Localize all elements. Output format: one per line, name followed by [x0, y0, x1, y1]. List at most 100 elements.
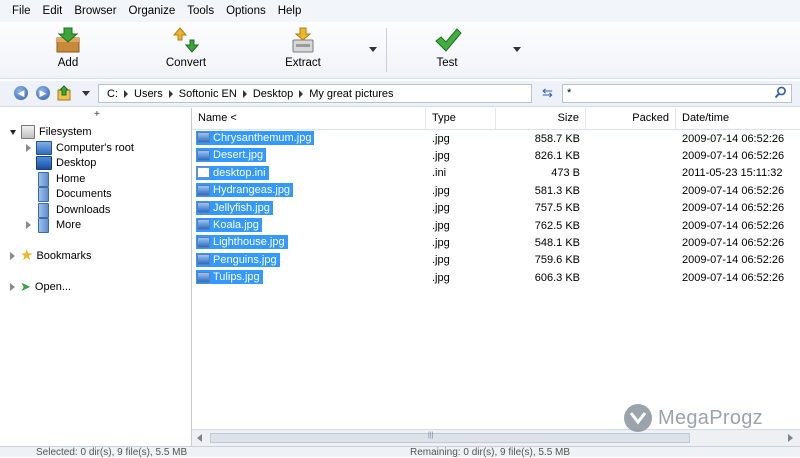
image-file-icon: [197, 184, 210, 196]
tree-item-bookmarks[interactable]: ★ Bookmarks: [10, 248, 91, 264]
extract-dropdown-arrow-icon[interactable]: [369, 47, 377, 52]
tree-item-documents[interactable]: Documents: [26, 186, 112, 202]
convert-icon: [170, 26, 202, 54]
refresh-icon[interactable]: ⇆: [542, 86, 556, 100]
tree-item-desktop[interactable]: Desktop: [26, 155, 96, 171]
filter-input[interactable]: *: [562, 84, 792, 103]
crumb-separator-icon[interactable]: [299, 89, 304, 98]
table-row[interactable]: Hydrangeas.jpg .jpg 581.3 KB 2009-07-14 …: [192, 182, 800, 199]
table-row[interactable]: Penguins.jpg .jpg 759.6 KB 2009-07-14 06…: [192, 252, 800, 269]
crumb-softonic[interactable]: Softonic EN: [176, 88, 240, 100]
tree-item-open[interactable]: ➤ Open...: [10, 279, 71, 295]
tree-label: More: [56, 219, 82, 231]
file-name-selected[interactable]: Lighthouse.jpg: [196, 235, 288, 250]
add-button[interactable]: Add: [48, 26, 88, 69]
scroll-left-icon[interactable]: [197, 434, 202, 442]
open-arrow-icon: ➤: [20, 279, 31, 294]
tree-collapse-marker[interactable]: +: [94, 109, 100, 120]
menu-file[interactable]: File: [6, 0, 37, 22]
file-name-selected[interactable]: desktop.ini: [196, 165, 269, 180]
test-button[interactable]: Test: [430, 26, 464, 69]
menu-options[interactable]: Options: [220, 0, 272, 22]
test-dropdown-arrow-icon[interactable]: [513, 47, 521, 52]
crumb-separator-icon[interactable]: [242, 89, 247, 98]
column-packed[interactable]: Packed: [586, 108, 676, 129]
expand-open-icon[interactable]: [10, 129, 16, 135]
image-file-icon: [197, 271, 210, 283]
crumb-my-great-pictures[interactable]: My great pictures: [306, 88, 396, 100]
column-date[interactable]: Date/time: [676, 108, 800, 129]
file-size: 759.6 KB: [534, 254, 580, 267]
crumb-separator-icon[interactable]: [168, 89, 173, 98]
expand-closed-icon[interactable]: [26, 221, 31, 229]
table-row[interactable]: Desert.jpg .jpg 826.1 KB 2009-07-14 06:5…: [192, 147, 800, 164]
search-icon[interactable]: [774, 86, 787, 99]
menu-browser[interactable]: Browser: [68, 0, 122, 22]
folder-icon: [38, 171, 49, 187]
image-file-icon: [197, 254, 210, 266]
crumb-users[interactable]: Users: [131, 88, 166, 100]
image-file-icon: [197, 236, 210, 248]
file-name-selected[interactable]: Penguins.jpg: [196, 252, 280, 267]
menu-tools[interactable]: Tools: [181, 0, 220, 22]
file-type: .jpg: [432, 184, 450, 197]
image-file-icon: [197, 132, 210, 144]
column-name[interactable]: Name <: [192, 108, 426, 129]
tree-item-filesystem[interactable]: Filesystem: [10, 124, 92, 140]
tree-item-more[interactable]: More: [26, 217, 81, 233]
file-type: .jpg: [432, 219, 450, 232]
tree-item-computers-root[interactable]: Computer's root: [26, 140, 134, 156]
forward-arrow-icon[interactable]: ▶: [36, 86, 50, 100]
file-name: Penguins.jpg: [213, 253, 277, 266]
test-label: Test: [436, 57, 458, 69]
scrollbar-thumb[interactable]: [210, 433, 690, 443]
expand-closed-icon[interactable]: [10, 283, 15, 291]
crumb-desktop[interactable]: Desktop: [250, 88, 296, 100]
file-name: Tulips.jpg: [213, 271, 260, 284]
image-file-icon: [197, 149, 210, 161]
scroll-right-icon[interactable]: [788, 434, 793, 442]
path-breadcrumb[interactable]: C: Users Softonic EN Desktop My great pi…: [98, 84, 532, 103]
tree-label: Computer's root: [56, 142, 134, 154]
menu-help[interactable]: Help: [272, 0, 308, 22]
crumb-separator-icon[interactable]: [124, 89, 128, 98]
table-row[interactable]: Lighthouse.jpg .jpg 548.1 KB 2009-07-14 …: [192, 234, 800, 251]
filesystem-icon: [21, 125, 35, 139]
file-date: 2009-07-14 06:52:26: [682, 150, 785, 163]
watermark-text: MegaProgz: [658, 406, 763, 429]
table-row[interactable]: desktop.ini .ini 473 B 2011-05-23 15:11:…: [192, 165, 800, 182]
up-folder-icon[interactable]: [57, 85, 71, 101]
file-name-selected[interactable]: Jellyfish.jpg: [196, 200, 273, 215]
table-row[interactable]: Koala.jpg .jpg 762.5 KB 2009-07-14 06:52…: [192, 217, 800, 234]
extract-button[interactable]: Extract: [282, 26, 324, 69]
file-name-selected[interactable]: Hydrangeas.jpg: [196, 183, 294, 198]
menu-edit[interactable]: Edit: [37, 0, 69, 22]
file-name-selected[interactable]: Chrysanthemum.jpg: [196, 130, 315, 145]
text-file-icon: [197, 167, 210, 179]
file-name-selected[interactable]: Desert.jpg: [196, 148, 267, 163]
file-name-selected[interactable]: Koala.jpg: [196, 217, 262, 232]
file-name-selected[interactable]: Tulips.jpg: [196, 270, 263, 285]
file-type: .jpg: [432, 237, 450, 250]
menu-organize[interactable]: Organize: [123, 0, 182, 22]
table-row[interactable]: Jellyfish.jpg .jpg 757.5 KB 2009-07-14 0…: [192, 200, 800, 217]
image-file-icon: [197, 219, 210, 231]
file-date: 2009-07-14 06:52:26: [682, 237, 785, 250]
column-type[interactable]: Type: [426, 108, 496, 129]
tree-label: Bookmarks: [36, 250, 92, 262]
expand-closed-icon[interactable]: [10, 252, 15, 260]
back-arrow-icon[interactable]: ◀: [14, 86, 28, 100]
file-date: 2009-07-14 06:52:26: [682, 132, 785, 145]
convert-button[interactable]: Convert: [162, 26, 210, 69]
expand-closed-icon[interactable]: [26, 144, 31, 152]
column-size[interactable]: Size: [496, 108, 586, 129]
tree-item-home[interactable]: Home: [26, 171, 85, 187]
tree-label: Filesystem: [39, 126, 92, 138]
history-dropdown-icon[interactable]: [82, 91, 90, 96]
add-archive-icon: [52, 26, 84, 54]
tree-item-downloads[interactable]: Downloads: [26, 202, 110, 218]
table-row[interactable]: Tulips.jpg .jpg 606.3 KB 2009-07-14 06:5…: [192, 269, 800, 286]
crumb-drive[interactable]: C:: [104, 88, 121, 100]
table-row[interactable]: Chrysanthemum.jpg .jpg 858.7 KB 2009-07-…: [192, 130, 800, 147]
file-size: 606.3 KB: [534, 271, 580, 284]
